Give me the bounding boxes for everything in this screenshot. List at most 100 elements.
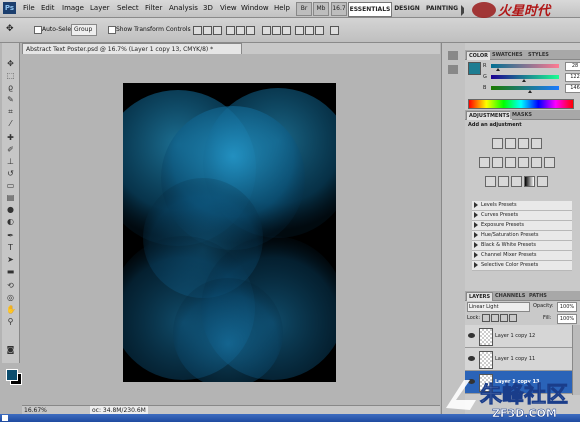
distribute-bottom-icon[interactable] xyxy=(282,26,291,35)
blur-tool-icon[interactable]: ● xyxy=(6,205,15,214)
eraser-tool-icon[interactable]: ▭ xyxy=(6,181,15,190)
brightness-contrast-icon[interactable] xyxy=(492,138,503,149)
layer-name[interactable]: Layer 1 copy 11 xyxy=(495,356,535,362)
move-tool-preset-icon[interactable]: ✥ xyxy=(6,24,20,35)
healing-brush-tool-icon[interactable]: ✚ xyxy=(6,133,15,142)
layer-row[interactable]: Layer 1 copy 11 xyxy=(465,348,580,371)
workspace-essentials[interactable]: ESSENTIALS xyxy=(348,2,392,17)
eyedropper-tool-icon[interactable]: ⁄ xyxy=(6,119,15,128)
quick-mask-icon[interactable]: ◙ xyxy=(6,345,15,354)
preset-exposure[interactable]: Exposure Presets xyxy=(472,221,572,231)
dodge-tool-icon[interactable]: ◐ xyxy=(6,217,15,226)
preset-selective-color[interactable]: Selective Color Presets xyxy=(472,261,572,271)
align-top-icon[interactable] xyxy=(193,26,202,35)
align-left-icon[interactable] xyxy=(226,26,235,35)
shape-tool-icon[interactable]: ▬ xyxy=(6,267,15,276)
levels-icon[interactable] xyxy=(505,138,516,149)
zoom-level[interactable]: 16.7 xyxy=(331,2,347,16)
bridge-button[interactable]: Br xyxy=(296,2,312,16)
gradient-map-icon[interactable] xyxy=(524,176,535,187)
preset-levels[interactable]: Levels Presets xyxy=(472,201,572,211)
marquee-tool-icon[interactable]: ⬚ xyxy=(6,71,15,80)
threshold-icon[interactable] xyxy=(511,176,522,187)
zoom-tool-icon[interactable]: ⚲ xyxy=(6,317,15,326)
path-select-tool-icon[interactable]: ➤ xyxy=(6,255,15,264)
crop-tool-icon[interactable]: ⌗ xyxy=(6,107,15,116)
menu-window[interactable]: Window xyxy=(241,4,269,12)
lock-position-icon[interactable] xyxy=(500,314,508,322)
3d-rotate-tool-icon[interactable]: ⟲ xyxy=(6,281,15,290)
more-workspaces-icon[interactable] xyxy=(461,5,469,16)
minibridge-button[interactable]: Mb xyxy=(313,2,329,16)
curves-icon[interactable] xyxy=(518,138,529,149)
type-tool-icon[interactable]: T xyxy=(6,243,15,252)
workspace-painting[interactable]: PAINTING xyxy=(426,2,458,15)
menu-image[interactable]: Image xyxy=(62,4,84,12)
visibility-eye-icon[interactable] xyxy=(468,356,475,361)
channel-mixer-icon[interactable] xyxy=(544,157,555,168)
history-brush-tool-icon[interactable]: ↺ xyxy=(6,169,15,178)
3d-orbit-tool-icon[interactable]: ◎ xyxy=(6,293,15,302)
menu-help[interactable]: Help xyxy=(274,4,290,12)
g-value[interactable]: 122 xyxy=(565,73,580,82)
lock-transparency-icon[interactable] xyxy=(482,314,490,322)
r-slider-thumb[interactable] xyxy=(496,68,501,71)
g-slider-thumb[interactable] xyxy=(521,79,526,82)
auto-select-checkbox[interactable] xyxy=(34,26,42,34)
auto-align-icon[interactable] xyxy=(330,26,339,35)
r-value[interactable]: 28 xyxy=(565,62,580,71)
color-balance-icon[interactable] xyxy=(505,157,516,168)
history-panel-icon[interactable] xyxy=(448,51,458,60)
menu-edit[interactable]: Edit xyxy=(41,4,55,12)
align-hcenter-icon[interactable] xyxy=(236,26,245,35)
distribute-hcenter-icon[interactable] xyxy=(305,26,314,35)
visibility-eye-icon[interactable] xyxy=(468,333,475,338)
tab-styles[interactable]: STYLES xyxy=(526,51,551,59)
tab-color[interactable]: COLOR xyxy=(466,51,492,60)
vibrance-icon[interactable] xyxy=(479,157,490,168)
menu-filter[interactable]: Filter xyxy=(145,4,162,12)
opacity-input[interactable]: 100% xyxy=(557,302,577,312)
fill-input[interactable]: 100% xyxy=(557,314,577,324)
posterize-icon[interactable] xyxy=(498,176,509,187)
align-vcenter-icon[interactable] xyxy=(203,26,212,35)
menu-select[interactable]: Select xyxy=(117,4,139,12)
brush-tool-icon[interactable]: ✐ xyxy=(6,145,15,154)
foreground-color-swatch[interactable] xyxy=(6,369,18,381)
b-slider-thumb[interactable] xyxy=(527,90,532,93)
clone-stamp-tool-icon[interactable]: ⊥ xyxy=(6,157,15,166)
distribute-vcenter-icon[interactable] xyxy=(272,26,281,35)
black-white-icon[interactable] xyxy=(518,157,529,168)
lock-all-icon[interactable] xyxy=(509,314,517,322)
lock-pixels-icon[interactable] xyxy=(491,314,499,322)
pen-tool-icon[interactable]: ✒ xyxy=(6,231,15,240)
menu-view[interactable]: View xyxy=(220,4,237,12)
show-transform-checkbox[interactable] xyxy=(108,26,116,34)
menu-layer[interactable]: Layer xyxy=(90,4,110,12)
b-value[interactable]: 146 xyxy=(565,84,580,93)
tab-channels[interactable]: CHANNELS xyxy=(493,292,528,300)
invert-icon[interactable] xyxy=(485,176,496,187)
hand-tool-icon[interactable]: ✋ xyxy=(6,305,16,314)
preset-curves[interactable]: Curves Presets xyxy=(472,211,572,221)
preset-hue-saturation[interactable]: Hue/Saturation Presets xyxy=(472,231,572,241)
align-right-icon[interactable] xyxy=(246,26,255,35)
distribute-left-icon[interactable] xyxy=(295,26,304,35)
gradient-tool-icon[interactable]: ▤ xyxy=(6,193,15,202)
poster-artwork[interactable] xyxy=(123,83,336,382)
blend-mode-dropdown[interactable]: Linear Light xyxy=(467,302,530,312)
menu-3d[interactable]: 3D xyxy=(203,4,213,12)
selective-color-icon[interactable] xyxy=(537,176,548,187)
menu-file[interactable]: File xyxy=(23,4,35,12)
quick-select-tool-icon[interactable]: ✎ xyxy=(6,95,15,104)
workspace-design[interactable]: DESIGN xyxy=(393,2,421,15)
layer-row[interactable]: Layer 1 copy 12 xyxy=(465,325,580,348)
exposure-icon[interactable] xyxy=(531,138,542,149)
photo-filter-icon[interactable] xyxy=(531,157,542,168)
preset-channel-mixer[interactable]: Channel Mixer Presets xyxy=(472,251,572,261)
align-bottom-icon[interactable] xyxy=(213,26,222,35)
auto-select-dropdown[interactable]: Group xyxy=(71,24,97,36)
color-panel-fg-swatch[interactable] xyxy=(468,62,481,75)
preset-black-white[interactable]: Black & White Presets xyxy=(472,241,572,251)
actions-panel-icon[interactable] xyxy=(448,65,458,74)
